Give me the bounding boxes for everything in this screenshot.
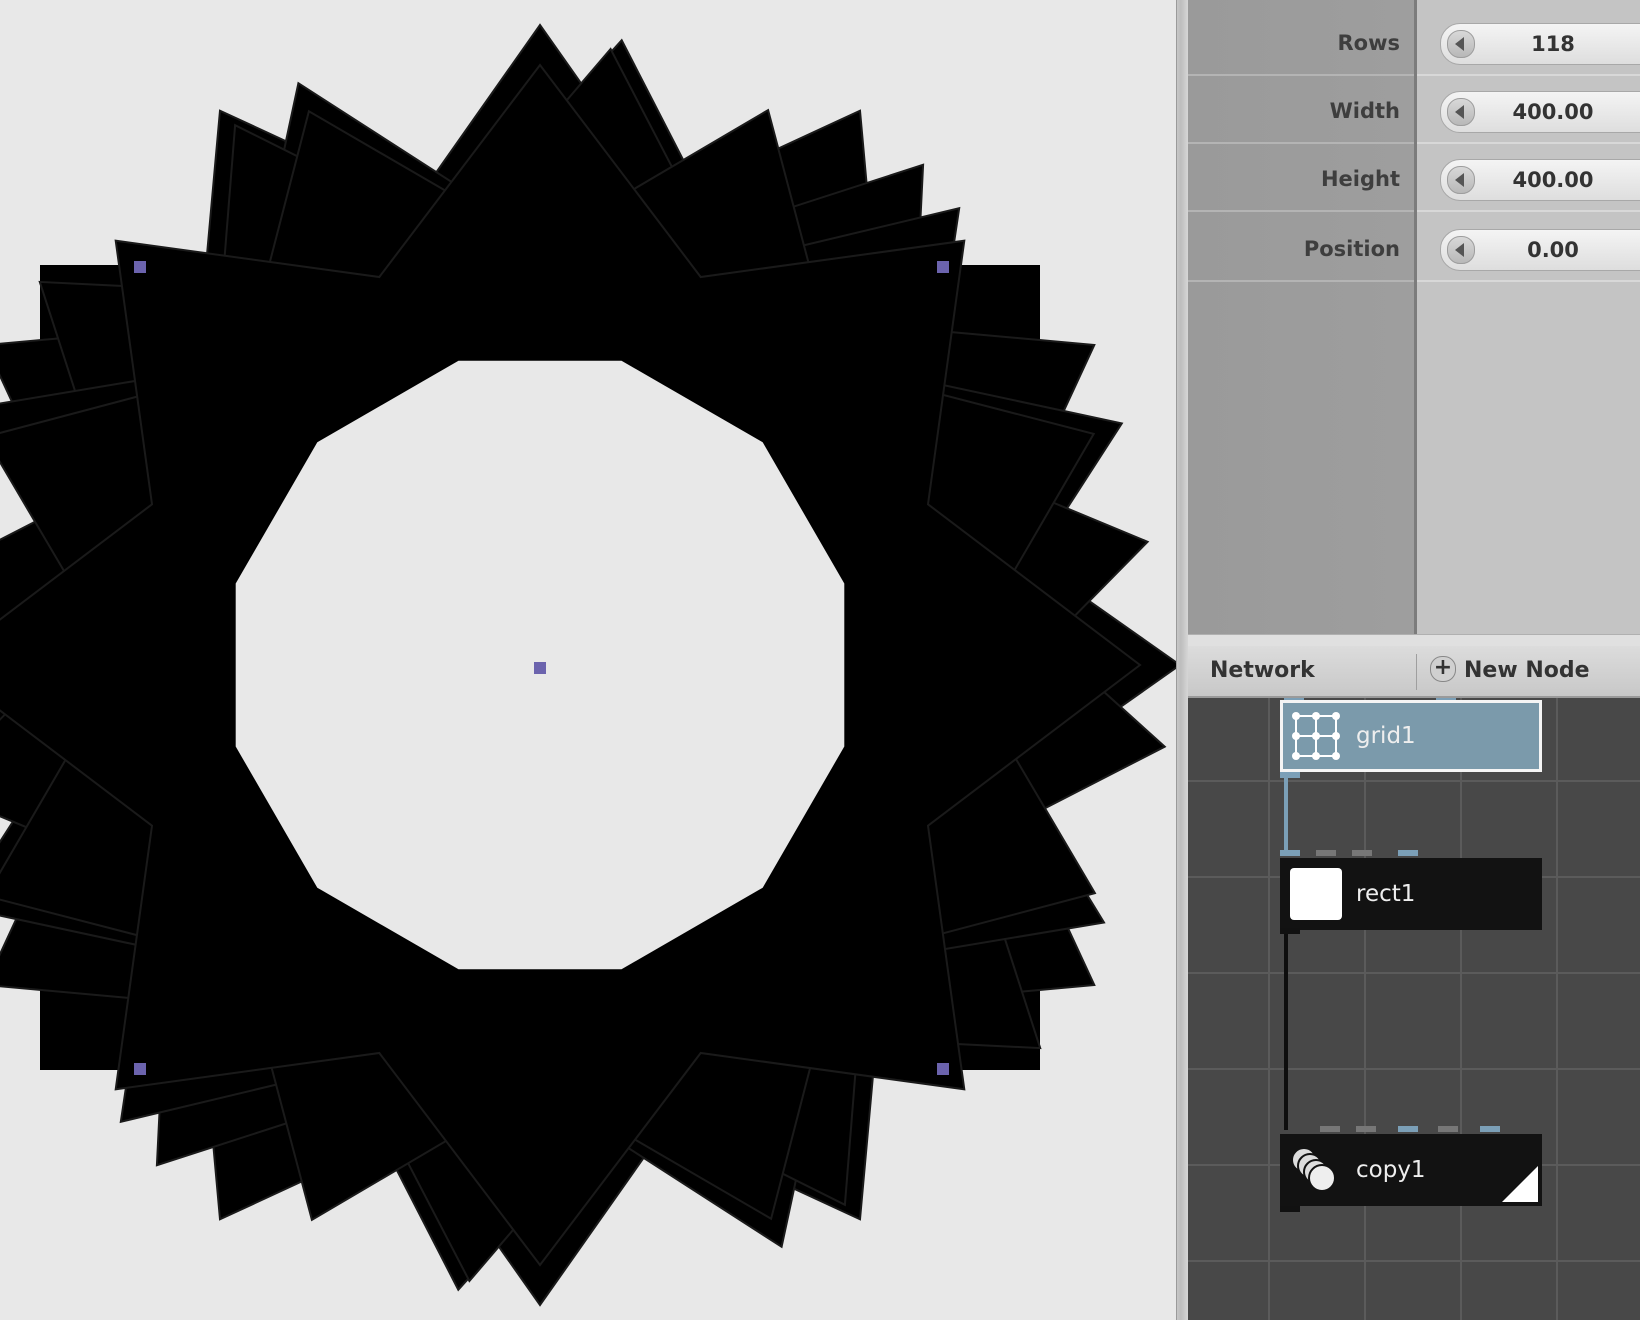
position-decrement-arrow-icon[interactable] (1447, 236, 1475, 264)
input-port[interactable] (1320, 1126, 1340, 1132)
handle-bottom-left[interactable] (134, 1063, 146, 1075)
input-port[interactable] (1480, 1126, 1500, 1132)
new-node-button[interactable]: + New Node (1430, 646, 1590, 696)
row-divider-right (1417, 142, 1640, 144)
row-divider-right (1417, 280, 1640, 282)
param-row-rows: Rows 118 (1188, 10, 1640, 76)
param-label-rows: Rows (1337, 31, 1401, 55)
input-port[interactable] (1398, 850, 1418, 856)
param-row-height: Height 400.00 (1188, 146, 1640, 212)
geometry-viewer[interactable] (0, 0, 1176, 1320)
param-label-height: Height (1320, 167, 1400, 191)
width-decrement-arrow-icon[interactable] (1447, 98, 1475, 126)
grid-icon (1292, 712, 1340, 760)
node-rect1[interactable]: rect1 (1280, 858, 1542, 930)
row-divider (1188, 74, 1414, 76)
param-label-position: Position (1303, 237, 1400, 261)
rendered-flag-icon (1502, 1166, 1538, 1202)
copy-icon (1291, 1147, 1336, 1192)
star-ring-shape (0, 23, 1176, 1307)
network-canvas[interactable]: grid1 rect1 copy1 (1188, 698, 1640, 1320)
position-field[interactable]: 0.00 (1440, 229, 1640, 271)
height-decrement-arrow-icon[interactable] (1447, 166, 1475, 194)
header-divider (1416, 654, 1417, 690)
connection-rect1-copy1[interactable] (1284, 918, 1288, 1130)
node-name: copy1 (1356, 1157, 1426, 1183)
param-row-position: Position 0.00 (1188, 216, 1640, 282)
rect-icon (1290, 868, 1342, 920)
param-row-width: Width 400.00 (1188, 78, 1640, 144)
row-divider-right (1417, 74, 1640, 76)
input-port[interactable] (1438, 1126, 1458, 1132)
handle-center[interactable] (534, 662, 546, 674)
input-port[interactable] (1280, 850, 1300, 856)
input-port[interactable] (1398, 1126, 1418, 1132)
input-port[interactable] (1352, 850, 1372, 856)
viewer-splitter[interactable] (1176, 0, 1188, 1320)
new-node-label: New Node (1464, 658, 1590, 683)
rows-value[interactable]: 118 (1481, 24, 1625, 64)
width-field[interactable]: 400.00 (1440, 91, 1640, 133)
row-divider (1188, 210, 1414, 212)
node-copy1[interactable]: copy1 (1280, 1134, 1542, 1206)
plus-icon: + (1430, 656, 1456, 682)
row-divider (1188, 280, 1414, 282)
node-name: grid1 (1356, 723, 1416, 749)
rows-decrement-arrow-icon[interactable] (1447, 30, 1475, 58)
row-divider-right (1417, 210, 1640, 212)
handle-bottom-right[interactable] (937, 1063, 949, 1075)
input-port[interactable] (1356, 1126, 1376, 1132)
handle-top-right[interactable] (937, 261, 949, 273)
parameters-panel: Rows 118 Width 400.00 Height 400.00 Posi… (1188, 0, 1640, 634)
height-field[interactable]: 400.00 (1440, 159, 1640, 201)
width-value[interactable]: 400.00 (1481, 92, 1625, 132)
network-header: Network + New Node (1188, 646, 1640, 698)
output-port[interactable] (1280, 1206, 1300, 1212)
output-port[interactable] (1280, 772, 1300, 778)
node-name: rect1 (1356, 881, 1416, 907)
network-title: Network (1210, 658, 1315, 683)
param-label-width: Width (1329, 99, 1400, 123)
handle-top-left[interactable] (134, 261, 146, 273)
node-grid1[interactable]: grid1 (1280, 700, 1542, 772)
row-divider (1188, 142, 1414, 144)
height-value[interactable]: 400.00 (1481, 160, 1625, 200)
rows-field[interactable]: 118 (1440, 23, 1640, 65)
output-port[interactable] (1280, 928, 1300, 934)
position-value[interactable]: 0.00 (1481, 230, 1625, 270)
input-port[interactable] (1316, 850, 1336, 856)
